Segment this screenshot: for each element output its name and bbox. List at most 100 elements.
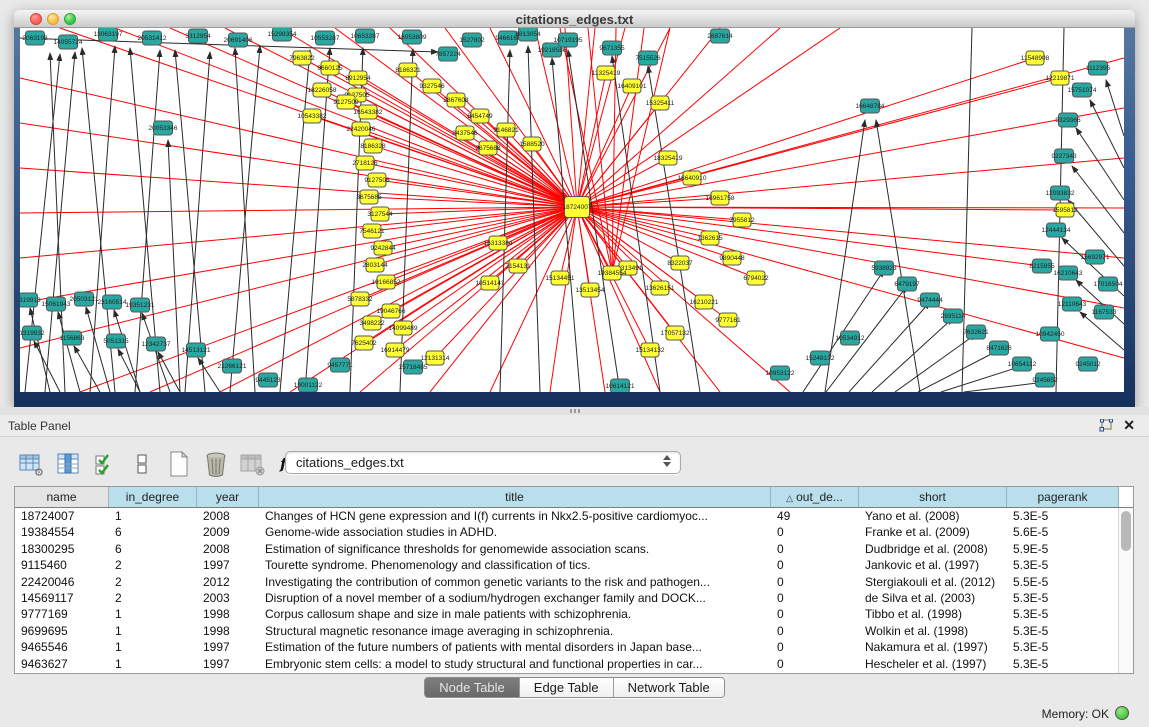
graph-node[interactable]: 12131314 bbox=[421, 351, 450, 365]
table-cell[interactable]: 2 bbox=[109, 557, 197, 573]
graph-node[interactable]: 1112395 bbox=[1086, 61, 1111, 75]
graph-node[interactable]: 10953122 bbox=[766, 366, 795, 380]
graph-node[interactable]: 9227343 bbox=[1051, 149, 1077, 163]
table-cell[interactable]: 22420046 bbox=[15, 574, 109, 590]
table-cell[interactable]: 49 bbox=[771, 508, 859, 524]
table-cell[interactable]: 6 bbox=[109, 524, 197, 540]
table-cell[interactable]: Investigating the contribution of common… bbox=[259, 574, 771, 590]
graph-node[interactable]: 6479197 bbox=[894, 277, 920, 291]
graph-node[interactable]: 16210221 bbox=[690, 295, 719, 309]
table-cell[interactable]: 5.3E-5 bbox=[1007, 590, 1119, 606]
scrollbar-thumb[interactable] bbox=[1121, 511, 1131, 551]
table-cell[interactable]: 0 bbox=[771, 656, 859, 672]
table-cell[interactable]: 1 bbox=[109, 508, 197, 524]
network-table-selector[interactable]: citations_edges.txt bbox=[285, 451, 681, 474]
graph-node[interactable]: 8186328 bbox=[360, 139, 386, 153]
table-cell[interactable]: Hescheler et al. (1997) bbox=[859, 656, 1007, 672]
graph-node[interactable]: 15298354 bbox=[268, 28, 297, 41]
table-row[interactable]: 969969511998Structural magnetic resonanc… bbox=[15, 623, 1133, 639]
graph-node[interactable]: 9457771 bbox=[327, 358, 353, 372]
splitter-grip-icon[interactable] bbox=[570, 409, 580, 413]
graph-node[interactable]: 3312954 bbox=[185, 29, 211, 43]
table-cell[interactable]: 5.6E-5 bbox=[1007, 524, 1119, 540]
graph-node[interactable]: 10614121 bbox=[606, 379, 635, 392]
graph-node[interactable]: 15134132 bbox=[636, 343, 665, 357]
graph-node[interactable]: 5938923 bbox=[871, 261, 897, 275]
graph-node[interactable]: 16648784 bbox=[856, 99, 885, 113]
graph-node[interactable]: 16053809 bbox=[398, 30, 427, 44]
graph-node[interactable]: 8322037 bbox=[667, 256, 693, 270]
table-row[interactable]: 1872400712008Changes of HCN gene express… bbox=[15, 508, 1133, 524]
table-settings-icon[interactable]: ⚙ bbox=[18, 451, 44, 477]
graph-node[interactable]: 3319913 bbox=[20, 293, 41, 307]
graph-node[interactable]: 1362615 bbox=[697, 231, 723, 245]
graph-node[interactable]: 19166852 bbox=[372, 275, 401, 289]
table-cell[interactable]: 9115460 bbox=[15, 557, 109, 573]
table-cell[interactable]: 0 bbox=[771, 557, 859, 573]
graph-node[interactable]: 9671355 bbox=[599, 41, 625, 55]
table-cell[interactable]: Corpus callosum shape and size in male p… bbox=[259, 606, 771, 622]
table-cell[interactable]: 0 bbox=[771, 574, 859, 590]
table-cell[interactable]: Jankovic et al. (1997) bbox=[859, 557, 1007, 573]
graph-node[interactable]: 1595812 bbox=[1052, 203, 1078, 217]
graph-node[interactable]: 9245652 bbox=[1032, 373, 1058, 387]
table-cell[interactable]: Estimation of the future numbers of pati… bbox=[259, 639, 771, 655]
table-cell[interactable]: Changes of HCN gene expression and I(f) … bbox=[259, 508, 771, 524]
graph-node[interactable]: 8454749 bbox=[467, 109, 493, 123]
graph-node[interactable]: 8186321 bbox=[395, 63, 421, 77]
graph-node[interactable]: 6794022 bbox=[743, 271, 769, 285]
graph-node[interactable]: 15325411 bbox=[646, 96, 675, 110]
graph-node[interactable]: 9474444 bbox=[917, 293, 943, 307]
column-header-title[interactable]: title bbox=[259, 487, 771, 507]
column-header-pagerank[interactable]: pagerank bbox=[1007, 487, 1119, 507]
graph-node[interactable]: 14055724 bbox=[54, 35, 83, 49]
graph-node[interactable]: 10543382 bbox=[298, 109, 327, 123]
table-cell[interactable]: Embryonic stem cells: a model to study s… bbox=[259, 656, 771, 672]
graph-node[interactable]: 10534912 bbox=[836, 331, 865, 345]
table-cell[interactable]: 9699695 bbox=[15, 623, 109, 639]
table-cell[interactable]: Nakamura et al. (1997) bbox=[859, 639, 1007, 655]
graph-node[interactable]: 2803144 bbox=[362, 258, 388, 272]
graph-node[interactable]: 16914479 bbox=[381, 343, 410, 357]
graph-node[interactable]: 17057132 bbox=[661, 326, 690, 340]
table-cell[interactable]: 18300295 bbox=[15, 541, 109, 557]
table-row[interactable]: 1830029562008Estimation of significance … bbox=[15, 541, 1133, 557]
graph-node[interactable]: 9245012 bbox=[1075, 357, 1101, 371]
graph-node[interactable]: 8471626 bbox=[986, 341, 1012, 355]
close-panel-icon[interactable]: ✕ bbox=[1123, 417, 1135, 433]
graph-node[interactable]: 1527802 bbox=[459, 33, 485, 47]
table-cell[interactable]: 9465546 bbox=[15, 639, 109, 655]
unselect-all-icon[interactable] bbox=[129, 451, 155, 477]
table-cell[interactable]: 6 bbox=[109, 541, 197, 557]
table-cell[interactable]: Stergiakouli et al. (2012) bbox=[859, 574, 1007, 590]
delete-table-icon[interactable] bbox=[203, 451, 229, 477]
memory-status-indicator-icon[interactable] bbox=[1115, 706, 1129, 720]
table-row[interactable]: 1938455462009Genome-wide association stu… bbox=[15, 524, 1133, 540]
table-cell[interactable]: 9777169 bbox=[15, 606, 109, 622]
graph-node[interactable]: 18724007 bbox=[563, 197, 592, 218]
table-cell[interactable]: 2009 bbox=[197, 524, 259, 540]
table-cell[interactable]: 9463627 bbox=[15, 656, 109, 672]
table-row[interactable]: 946362711997Embryonic stem cells: a mode… bbox=[15, 656, 1133, 672]
graph-node[interactable]: 10653287 bbox=[351, 29, 380, 43]
table-cell[interactable]: 1 bbox=[109, 623, 197, 639]
table-cell[interactable]: 5.3E-5 bbox=[1007, 623, 1119, 639]
table-cell[interactable]: 0 bbox=[771, 606, 859, 622]
column-header-year[interactable]: year bbox=[197, 487, 259, 507]
table-cell[interactable]: 0 bbox=[771, 623, 859, 639]
graph-node[interactable]: 9660125 bbox=[317, 61, 343, 75]
graph-node[interactable]: 16210643 bbox=[1054, 266, 1083, 280]
tab-edge-table[interactable]: Edge Table bbox=[520, 678, 614, 697]
graph-node[interactable]: 8813054 bbox=[515, 28, 541, 41]
graph-node[interactable]: 2935114 bbox=[941, 309, 966, 323]
table-cell[interactable]: Tourette syndrome. Phenomenology and cla… bbox=[259, 557, 771, 573]
table-cell[interactable]: 2003 bbox=[197, 590, 259, 606]
window-titlebar[interactable]: citations_edges.txt bbox=[14, 10, 1135, 28]
table-vertical-scrollbar[interactable] bbox=[1118, 508, 1133, 673]
graph-node[interactable]: 22420046 bbox=[347, 122, 376, 136]
network-canvas[interactable]: 2063198140557241306319720531412331295420… bbox=[20, 28, 1124, 392]
graph-node[interactable]: 5051315 bbox=[103, 334, 129, 348]
graph-node[interactable]: 23160514 bbox=[98, 295, 127, 309]
graph-node[interactable]: 1588520 bbox=[519, 137, 545, 151]
table-cell[interactable]: Yano et al. (2008) bbox=[859, 508, 1007, 524]
